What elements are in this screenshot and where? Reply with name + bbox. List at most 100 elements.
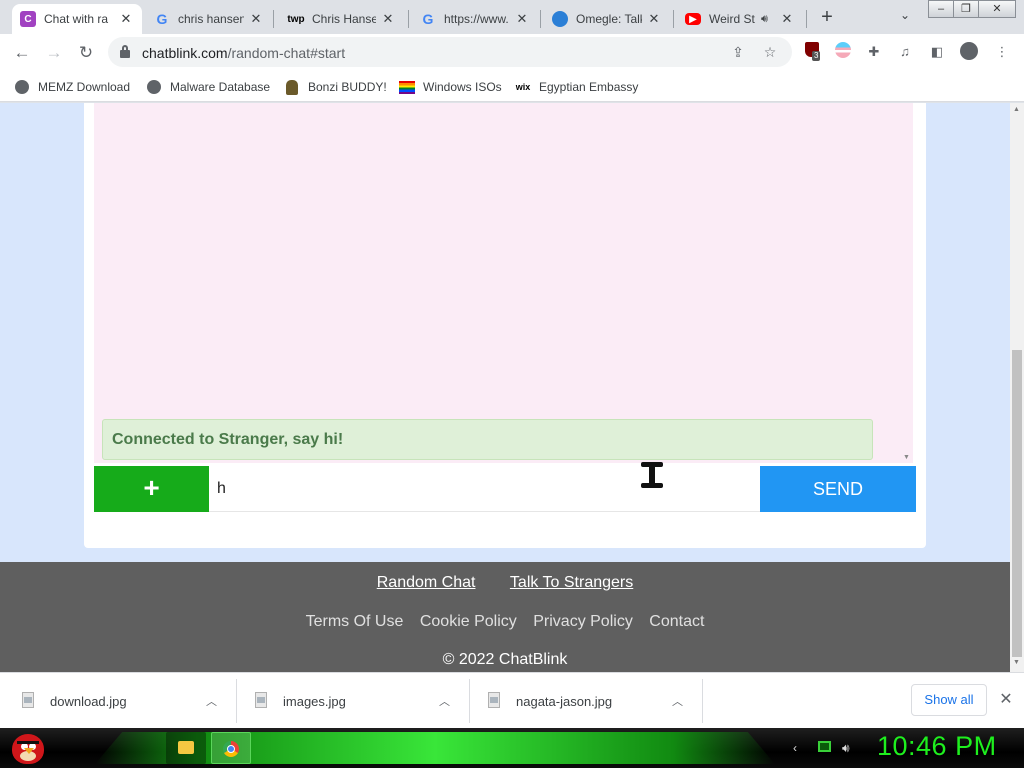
footer-link-talk-to-strangers[interactable]: Talk To Strangers <box>510 574 633 591</box>
start-button[interactable] <box>4 728 50 768</box>
footer-link-cookie-policy[interactable]: Cookie Policy <box>420 613 517 630</box>
bookmarks-bar: MEMZ Download Malware Database Bonzi BUD… <box>0 71 1024 102</box>
image-file-icon <box>486 692 502 710</box>
new-tab-button[interactable]: + <box>815 6 839 30</box>
image-file-icon <box>253 692 269 710</box>
page-scrollbar[interactable]: ▲ ▼ <box>1010 103 1024 672</box>
download-item-download-jpg[interactable]: download.jpg ︿ <box>20 679 228 723</box>
download-item-nagata-jason-jpg[interactable]: nagata-jason.jpg ︿ <box>486 679 694 723</box>
footer-link-privacy-policy[interactable]: Privacy Policy <box>533 613 633 630</box>
network-icon[interactable] <box>818 741 831 755</box>
bookmark-windows-isos[interactable]: Windows ISOs <box>399 76 502 98</box>
download-item-images-jpg[interactable]: images.jpg ︿ <box>253 679 461 723</box>
restore-button[interactable]: ❐ <box>953 0 979 18</box>
message-input-row: + SEND <box>94 466 916 512</box>
chrome-icon <box>223 741 239 757</box>
bookmark-label: Bonzi BUDDY! <box>308 80 387 94</box>
taskbar-clock[interactable]: 10:46 PM <box>877 731 997 762</box>
tab-strip: C Chat with ra ✕ G chris hansen ✕ twp Ch… <box>0 0 1024 34</box>
close-tab-icon[interactable]: ✕ <box>380 11 396 27</box>
bookmark-label: MEMZ Download <box>38 80 131 94</box>
scroll-down-arrow-icon[interactable]: ▼ <box>903 454 910 461</box>
downloads-bar: download.jpg ︿ images.jpg ︿ nagata-jason… <box>0 672 1024 728</box>
bookmark-bonzi-buddy[interactable]: Bonzi BUDDY! <box>284 76 387 98</box>
ublock-extension-icon[interactable]: 3 <box>802 42 822 62</box>
bookmark-label: Windows ISOs <box>423 80 502 94</box>
chat-log[interactable] <box>94 103 901 463</box>
footer-link-contact[interactable]: Contact <box>649 613 704 630</box>
close-tab-icon[interactable]: ✕ <box>646 11 662 27</box>
share-icon[interactable]: ⇪ <box>729 43 747 61</box>
close-tab-icon[interactable]: ✕ <box>248 11 264 27</box>
footer-link-terms-of-use[interactable]: Terms Of Use <box>306 613 404 630</box>
close-tab-icon[interactable]: ✕ <box>118 11 134 27</box>
back-arrow-icon[interactable]: ← <box>10 41 34 65</box>
side-panel-icon[interactable]: ◧ <box>927 42 947 62</box>
show-all-downloads-button[interactable]: Show all <box>911 684 987 716</box>
scroll-down-arrow-icon[interactable]: ▼ <box>1013 659 1020 666</box>
scroll-up-arrow-icon[interactable]: ▲ <box>1013 106 1020 113</box>
add-attachment-button[interactable]: + <box>94 466 209 512</box>
browser-toolbar: ← → ↻ chatblink.com/random-chat#start ⇪ … <box>0 34 1024 71</box>
close-tab-icon[interactable]: ✕ <box>514 11 530 27</box>
tray-chevron-icon[interactable]: ‹ <box>793 741 797 755</box>
google-icon: G <box>422 11 434 27</box>
url-path: /random-chat#start <box>227 45 346 61</box>
flag-extension-icon[interactable] <box>833 42 853 62</box>
bookmark-egyptian-embassy[interactable]: wix Egyptian Embassy <box>515 76 639 98</box>
extensions-puzzle-icon[interactable]: ✚ <box>864 42 884 62</box>
tab-google-url[interactable]: G https://www. ✕ <box>412 4 538 34</box>
minimize-button[interactable]: – <box>928 0 954 18</box>
tab-search-chevron-icon[interactable]: ⌄ <box>895 8 915 28</box>
tab-omegle[interactable]: Omegle: Talk ✕ <box>544 4 670 34</box>
media-control-icon[interactable]: ♫ <box>895 42 915 62</box>
chevron-up-icon[interactable]: ︿ <box>206 693 217 709</box>
send-button[interactable]: SEND <box>760 466 916 512</box>
copyright-text: © 2022 ChatBlink <box>442 651 568 668</box>
reload-icon[interactable]: ↻ <box>74 41 98 65</box>
close-tab-icon[interactable]: ✕ <box>779 11 795 27</box>
message-input[interactable] <box>209 466 760 512</box>
twp-icon: twp <box>287 13 305 25</box>
close-window-button[interactable]: ✕ <box>978 0 1016 18</box>
tab-chat-with-random[interactable]: C Chat with ra ✕ <box>12 4 142 34</box>
forward-arrow-icon[interactable]: → <box>42 41 66 65</box>
download-separator <box>236 679 237 723</box>
menu-kebab-icon[interactable]: ⋮ <box>992 42 1012 62</box>
close-downloads-bar-icon[interactable]: ✕ <box>997 689 1015 709</box>
url-text[interactable]: chatblink.com/random-chat#start <box>142 45 345 61</box>
omegle-icon <box>552 11 568 27</box>
bonzi-icon <box>284 79 300 95</box>
tab-separator <box>540 10 541 28</box>
tab-chris-hansen-search[interactable]: G chris hansen ✕ <box>146 4 272 34</box>
tab-title: chris hansen <box>178 12 244 26</box>
chat-card: ▼ Connected to Stranger, say hi! + SEND <box>84 103 926 548</box>
bookmark-memz-download[interactable]: MEMZ Download <box>14 76 130 98</box>
chevron-up-icon[interactable]: ︿ <box>439 693 450 709</box>
download-filename: download.jpg <box>50 693 127 709</box>
profile-avatar-icon[interactable] <box>959 42 979 62</box>
bookmark-star-icon[interactable]: ☆ <box>761 43 779 61</box>
taskbar-file-explorer-button[interactable] <box>166 732 206 764</box>
globe-icon <box>146 79 162 95</box>
tab-title: Chris Hansen <box>312 12 376 26</box>
tab-separator <box>806 10 807 28</box>
chat-log-scrollbar[interactable]: ▼ <box>901 103 913 463</box>
tab-separator <box>673 10 674 28</box>
chevron-up-icon[interactable]: ︿ <box>672 693 683 709</box>
tab-youtube-weird[interactable]: ▶ Weird St 🔊︎ ✕ <box>677 4 803 34</box>
lock-icon[interactable] <box>120 45 130 58</box>
taskbar-chrome-button[interactable] <box>211 732 251 764</box>
tab-title: Weird St <box>709 12 755 26</box>
download-separator <box>702 679 703 723</box>
tab-separator <box>273 10 274 28</box>
tab-chris-hansen-twp[interactable]: twp Chris Hansen ✕ <box>278 4 404 34</box>
scrollbar-thumb[interactable] <box>1012 350 1022 657</box>
bookmark-malware-database[interactable]: Malware Database <box>146 76 270 98</box>
google-icon: G <box>156 11 168 27</box>
audio-playing-icon[interactable]: 🔊︎ <box>761 13 775 26</box>
volume-icon[interactable]: 🔊︎ <box>842 741 850 756</box>
download-separator <box>469 679 470 723</box>
footer-link-random-chat[interactable]: Random Chat <box>377 574 476 591</box>
address-bar[interactable]: chatblink.com/random-chat#start ⇪ ☆ <box>108 37 792 67</box>
